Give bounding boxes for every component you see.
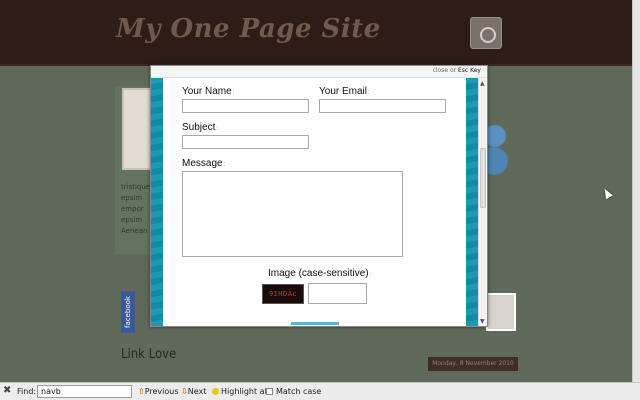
highlight-icon: [212, 388, 219, 395]
close-or-text: or: [448, 67, 458, 74]
site-title: My One Page Site: [116, 14, 381, 44]
message-label: Message:: [182, 158, 226, 169]
scroll-up-icon[interactable]: ▲: [480, 80, 485, 87]
find-previous-button[interactable]: ⇧Previous: [138, 387, 179, 396]
highlight-all-button[interactable]: Highlight all: [212, 387, 269, 396]
modal-bottom-accent: [291, 322, 339, 325]
site-header: My One Page Site: [0, 0, 632, 66]
link-love-heading: Link Love: [121, 347, 177, 362]
arrow-up-icon: ⇧: [138, 387, 145, 396]
scroll-down-icon[interactable]: ▼: [480, 318, 485, 325]
modal-topbar: close or Esc Key: [151, 66, 487, 78]
email-label: Your Email:: [319, 86, 370, 97]
modal-scrollbar[interactable]: ▲ ▼: [478, 78, 487, 326]
find-next-button[interactable]: ⇩Next: [181, 387, 206, 396]
email-field[interactable]: [319, 99, 446, 113]
facebook-tab[interactable]: facebook: [121, 291, 135, 333]
message-field[interactable]: [182, 171, 403, 257]
arrow-down-icon: ⇩: [181, 387, 188, 396]
subject-field[interactable]: [182, 135, 309, 149]
esc-key-text: Esc Key: [457, 67, 481, 74]
modal-right-border: [466, 78, 478, 326]
subject-label: Subject:: [182, 122, 219, 133]
photo-thumbnail[interactable]: [486, 293, 516, 331]
contact-modal: close or Esc Key Your Name: Your Email: …: [150, 65, 488, 327]
left-panel-text: tristique epsim empor epsim Aenean: [121, 183, 151, 235]
close-link[interactable]: close: [433, 67, 448, 74]
find-input[interactable]: [37, 385, 132, 398]
captcha-label: Image (case-sensitive):: [268, 268, 372, 279]
checkbox-icon: [266, 388, 273, 395]
date-badge: Monday, 8 November 2010: [428, 357, 518, 371]
name-label: Your Name:: [182, 86, 235, 97]
modal-close-button[interactable]: close or Esc Key: [433, 67, 481, 74]
name-field[interactable]: [182, 99, 309, 113]
page-scrollbar[interactable]: [632, 0, 640, 382]
close-icon[interactable]: ✖: [3, 385, 11, 396]
modal-left-border: [151, 78, 163, 326]
find-bar: ✖ Find: ⇧Previous ⇩Next Highlight all Ma…: [0, 382, 640, 400]
camera-icon[interactable]: [470, 17, 502, 49]
find-label: Find:: [17, 387, 37, 396]
match-case-checkbox[interactable]: Match case: [266, 387, 321, 396]
captcha-field[interactable]: [308, 283, 367, 304]
modal-scroll-thumb[interactable]: [480, 148, 486, 208]
captcha-image: 91HDAc: [262, 284, 304, 304]
